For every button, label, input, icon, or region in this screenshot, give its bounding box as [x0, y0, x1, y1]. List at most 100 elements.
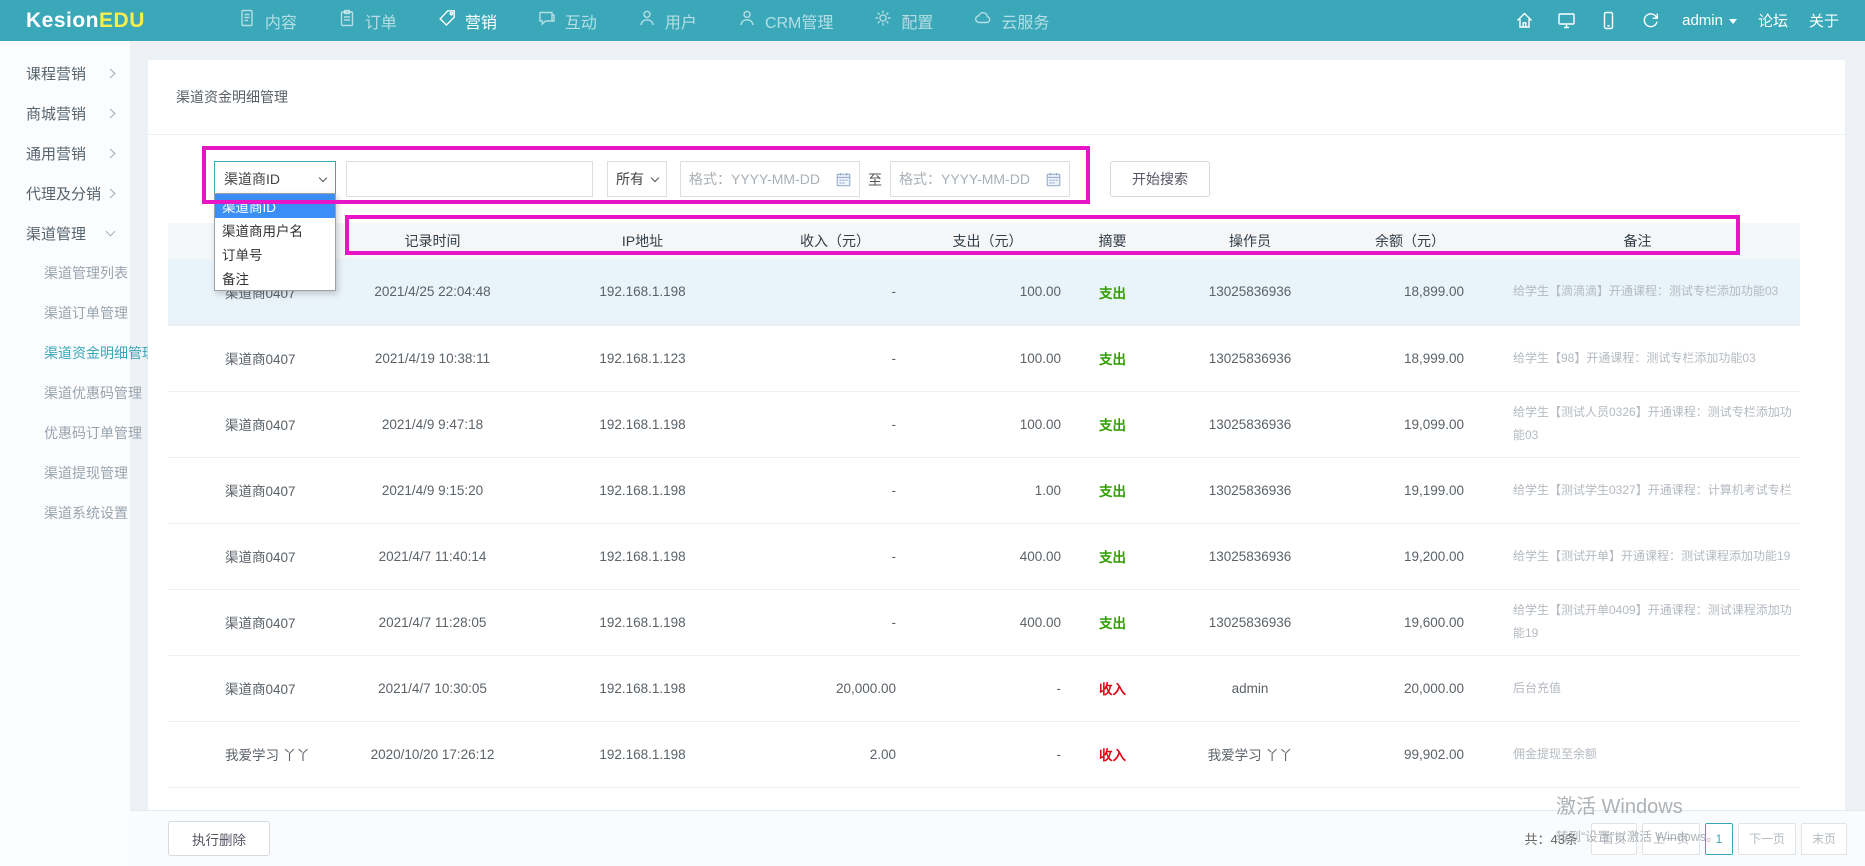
cell-expense: 100.00 — [905, 391, 1070, 457]
cell-ip: 192.168.1.198 — [520, 391, 765, 457]
topnav-item[interactable]: 云服务 — [973, 8, 1049, 33]
table-row[interactable]: 渠道商04072021/4/25 22:04:48192.168.1.198-1… — [168, 259, 1800, 325]
sidebar-item[interactable]: 优惠码订单管理 — [0, 413, 130, 453]
page-button[interactable]: 1 — [1705, 823, 1733, 855]
dropdown-option[interactable]: 备注 — [215, 266, 335, 290]
content-icon — [237, 8, 257, 33]
cell-name: 渠道商0407 — [168, 655, 345, 721]
cell-operator: 13025836936 — [1155, 457, 1345, 523]
topnav-item[interactable]: 用户 — [637, 8, 697, 33]
monitor-icon[interactable] — [1556, 10, 1577, 31]
app-logo: KesionEDU — [26, 9, 145, 33]
dropdown-option[interactable]: 渠道商ID — [215, 194, 335, 218]
cell-time: 2021/4/19 10:38:11 — [345, 325, 520, 391]
cell-name: 渠道商0407 — [168, 523, 345, 589]
cell-balance: 19,099.00 — [1345, 391, 1475, 457]
home-icon[interactable] — [1514, 10, 1535, 31]
cell-summary: 支出 — [1070, 259, 1155, 325]
user-menu[interactable]: admin — [1682, 12, 1737, 29]
cell-time: 2020/10/20 17:26:12 — [345, 721, 520, 787]
sidebar-item[interactable]: 渠道系统设置 — [0, 493, 130, 533]
topnav-item[interactable]: 内容 — [237, 8, 297, 33]
search-button[interactable]: 开始搜索 — [1110, 161, 1210, 197]
cell-name: 渠道商0407 — [168, 457, 345, 523]
table-row[interactable]: 渠道商04072021/4/7 11:40:14192.168.1.198-40… — [168, 523, 1800, 589]
order-icon — [337, 8, 357, 33]
table-row[interactable]: 渠道商04072021/4/9 9:47:18192.168.1.198-100… — [168, 391, 1800, 457]
chevron-icon — [106, 68, 116, 78]
table-row[interactable]: 渠道商04072021/4/7 10:30:05192.168.1.19820,… — [168, 655, 1800, 721]
main-content: 渠道资金明细管理 渠道商ID 所有 格式：YYYY-MM-DD — [130, 41, 1865, 866]
cloud-icon — [973, 8, 993, 33]
sidebar-item[interactable]: 渠道资金明细管理 — [0, 333, 130, 373]
table-row[interactable]: 我爱学习 丫丫2020/10/20 17:26:12192.168.1.1982… — [168, 721, 1800, 787]
field-select-dropdown: 渠道商ID 渠道商用户名 订单号 备注 — [214, 193, 336, 291]
refresh-icon[interactable] — [1640, 10, 1661, 31]
mobile-icon[interactable] — [1598, 10, 1619, 31]
page-button[interactable]: 首页 — [1591, 823, 1637, 855]
content-card: 渠道资金明细管理 渠道商ID 所有 格式：YYYY-MM-DD — [148, 60, 1845, 810]
cell-summary: 支出 — [1070, 391, 1155, 457]
cell-remark: 给学生【测试开单】开通课程：测试课程添加功能19 — [1475, 523, 1800, 589]
chevron-down-icon — [651, 173, 659, 181]
cell-summary: 支出 — [1070, 325, 1155, 391]
user-icon — [637, 8, 657, 33]
cell-remark: 给学生【测试人员0326】开通课程：测试专栏添加功能03 — [1475, 391, 1800, 457]
sidebar-item[interactable]: 商城营销 — [0, 93, 130, 133]
table-row[interactable]: 渠道商04072021/4/19 10:38:11192.168.1.123-1… — [168, 325, 1800, 391]
table-row[interactable]: 渠道商04072021/4/7 11:28:05192.168.1.198-40… — [168, 589, 1800, 655]
column-header: 收入（元） — [765, 223, 905, 259]
cell-time: 2021/4/7 10:30:05 — [345, 655, 520, 721]
topnav-item[interactable]: 配置 — [873, 8, 933, 33]
cell-income: - — [765, 457, 905, 523]
cell-operator: 13025836936 — [1155, 523, 1345, 589]
cell-time: 2021/4/7 11:40:14 — [345, 523, 520, 589]
sidebar-item[interactable]: 代理及分销 — [0, 173, 130, 213]
topbar: KesionEDU 内容 订单 营销 互动 — [0, 0, 1865, 41]
footer-bar: 执行删除 共：43条 首页上一页1下一页末页 — [130, 810, 1865, 866]
search-field-select[interactable]: 渠道商ID — [214, 161, 336, 197]
sidebar-item[interactable]: 渠道优惠码管理 — [0, 373, 130, 413]
sidebar-item[interactable]: 渠道管理列表 — [0, 253, 130, 293]
sidebar-item[interactable]: 渠道提现管理 — [0, 453, 130, 493]
table-row[interactable]: 渠道商04072021/4/9 9:15:20192.168.1.198-1.0… — [168, 457, 1800, 523]
dropdown-option[interactable]: 订单号 — [215, 242, 335, 266]
calendar-icon[interactable] — [836, 172, 851, 187]
sidebar-item[interactable]: 课程营销 — [0, 53, 130, 93]
filter-bar: 渠道商ID 所有 格式：YYYY-MM-DD 至 格式：YYYY-MM-DD — [148, 135, 1845, 223]
sidebar-item[interactable]: 通用营销 — [0, 133, 130, 173]
cell-operator: 13025836936 — [1155, 325, 1345, 391]
topnav-item[interactable]: 互动 — [537, 8, 597, 33]
topnav-item[interactable]: 营销 — [437, 8, 497, 33]
keyword-input[interactable] — [346, 161, 593, 197]
topnav-item[interactable]: CRM管理 — [737, 8, 833, 33]
topbar-link[interactable]: 关于 — [1809, 10, 1839, 31]
date-from-input[interactable]: 格式：YYYY-MM-DD — [680, 161, 860, 197]
summary-badge: 支出 — [1099, 286, 1126, 301]
cell-operator: 我爱学习 丫丫 — [1155, 721, 1345, 787]
cell-time: 2021/4/7 11:28:05 — [345, 589, 520, 655]
page-button[interactable]: 末页 — [1801, 823, 1847, 855]
topbar-link[interactable]: 论坛 — [1758, 10, 1788, 31]
cell-ip: 192.168.1.198 — [520, 457, 765, 523]
cell-time: 2021/4/9 9:15:20 — [345, 457, 520, 523]
topnav-item[interactable]: 订单 — [337, 8, 397, 33]
cell-expense: 100.00 — [905, 325, 1070, 391]
cell-remark: 给学生【测试开单0409】开通课程：测试课程添加功能19 — [1475, 589, 1800, 655]
page-button[interactable]: 上一页 — [1642, 823, 1700, 855]
cell-income: - — [765, 259, 905, 325]
page-button[interactable]: 下一页 — [1738, 823, 1796, 855]
total-count: 共：43条 — [1524, 829, 1577, 848]
date-to-input[interactable]: 格式：YYYY-MM-DD — [890, 161, 1070, 197]
calendar-icon[interactable] — [1046, 172, 1061, 187]
delete-button[interactable]: 执行删除 — [168, 821, 270, 856]
cell-balance: 99,902.00 — [1345, 721, 1475, 787]
sidebar-item[interactable]: 渠道管理 — [0, 213, 130, 253]
dropdown-option[interactable]: 渠道商用户名 — [215, 218, 335, 242]
type-select[interactable]: 所有 — [607, 161, 667, 197]
sidebar-item[interactable]: 渠道订单管理 — [0, 293, 130, 333]
cell-summary: 支出 — [1070, 523, 1155, 589]
cell-name: 渠道商0407 — [168, 589, 345, 655]
column-header: 记录时间 — [345, 223, 520, 259]
cell-time: 2021/4/25 22:04:48 — [345, 259, 520, 325]
